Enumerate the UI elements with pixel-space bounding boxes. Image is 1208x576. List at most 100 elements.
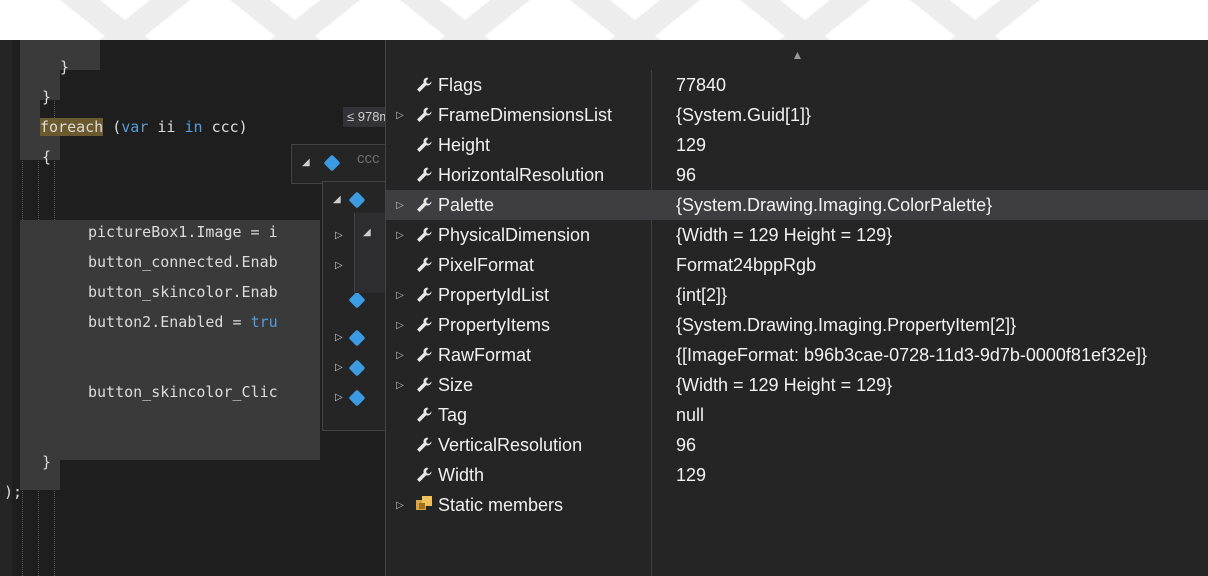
expand-arrow-icon[interactable]: ▷ — [335, 260, 343, 271]
property-row[interactable]: HorizontalResolution 96 — [386, 160, 1208, 190]
expand-arrow-icon[interactable]: ▷ — [386, 290, 414, 301]
wrench-icon — [414, 193, 436, 217]
expand-arrow-icon[interactable]: ▷ — [386, 200, 414, 211]
property-name: RawFormat — [438, 344, 532, 365]
expand-arrow-icon[interactable]: ▷ — [386, 380, 414, 391]
code-line[interactable]: pictureBox1.Image = i — [88, 217, 278, 247]
wrench-icon — [414, 133, 436, 157]
static-members-icon — [414, 494, 436, 516]
property-value[interactable]: null — [676, 405, 1208, 426]
property-value[interactable]: {Width = 129 Height = 129} — [676, 225, 1208, 246]
property-row[interactable]: ▷ PhysicalDimension {Width = 129 Height = … — [386, 220, 1208, 250]
property-value[interactable]: {Width = 129 Height = 129} — [676, 375, 1208, 396]
object-icon — [348, 291, 366, 309]
code-line[interactable]: button_connected.Enab — [88, 247, 278, 277]
static-members-row[interactable]: ▷ Static members — [386, 490, 1208, 520]
property-name: Tag — [438, 404, 468, 425]
wrench-icon — [414, 253, 436, 277]
property-value[interactable]: 96 — [676, 435, 1208, 456]
property-value[interactable]: {int[2]} — [676, 285, 1208, 306]
property-name: HorizontalResolution — [438, 164, 605, 185]
property-row[interactable]: ▷ FrameDimensionsList {System.Guid[1]} — [386, 100, 1208, 130]
property-name: VerticalResolution — [438, 434, 583, 455]
wrench-icon — [414, 373, 436, 397]
expand-arrow-icon[interactable]: ▷ — [335, 392, 343, 403]
code-line[interactable]: } — [60, 52, 69, 82]
code-line[interactable]: button_skincolor_Clic — [88, 377, 278, 407]
line-highlight — [20, 70, 60, 100]
property-name: PropertyIdList — [438, 284, 550, 305]
expand-arrow-icon[interactable]: ▷ — [386, 110, 414, 121]
expand-arrow-icon[interactable]: ▷ — [335, 362, 343, 373]
property-row[interactable]: ▷ Size {Width = 129 Height = 129} — [386, 370, 1208, 400]
property-name: PixelFormat — [438, 254, 535, 275]
wrench-icon — [414, 283, 436, 307]
property-row[interactable]: Width 129 — [386, 460, 1208, 490]
property-row[interactable]: PixelFormat Format24bppRgb — [386, 250, 1208, 280]
datatip-properties-panel[interactable]: ▲ Flags 77840 ▷ FrameDimensionsList {System.… — [385, 40, 1208, 576]
property-row[interactable]: ▷ Palette {System.Drawing.Imaging.ColorPal… — [386, 190, 1208, 220]
wrench-icon — [414, 403, 436, 427]
line-highlight — [20, 460, 60, 490]
property-name: Size — [438, 374, 474, 395]
static-members-label: Static members — [438, 494, 564, 515]
object-icon — [348, 191, 366, 209]
expand-arrow-icon[interactable]: ▷ — [386, 500, 414, 511]
property-row[interactable]: Tag null — [386, 400, 1208, 430]
object-icon — [348, 359, 366, 377]
object-icon — [323, 154, 341, 172]
collapse-arrow-icon[interactable]: ◢ — [363, 227, 371, 238]
property-name: Height — [438, 134, 491, 155]
property-value[interactable]: {System.Drawing.Imaging.PropertyItem[2]} — [676, 315, 1208, 336]
expand-arrow-icon[interactable]: ▷ — [335, 332, 343, 343]
property-row[interactable]: Height 129 — [386, 130, 1208, 160]
property-value[interactable]: 129 — [676, 135, 1208, 156]
property-name: PhysicalDimension — [438, 224, 591, 245]
property-value[interactable]: 77840 — [676, 75, 1208, 96]
property-value[interactable]: {System.Guid[1]} — [676, 105, 1208, 126]
property-row[interactable]: ▷ PropertyItems {System.Drawing.Imaging.Pr… — [386, 310, 1208, 340]
wrench-icon — [414, 103, 436, 127]
scroll-up-button[interactable]: ▲ — [386, 40, 1208, 70]
property-name: Palette — [438, 194, 495, 215]
property-value[interactable]: Format24bppRgb — [676, 255, 1208, 276]
expand-arrow-icon[interactable]: ▷ — [335, 230, 343, 241]
property-row[interactable]: ▷ RawFormat {[ImageFormat: b96b3cae-0728-1… — [386, 340, 1208, 370]
property-row[interactable]: ▷ PropertyIdList {int[2]} — [386, 280, 1208, 310]
property-row[interactable]: VerticalResolution 96 — [386, 430, 1208, 460]
wrench-icon — [414, 223, 436, 247]
property-row[interactable]: Flags 77840 — [386, 70, 1208, 100]
collapse-arrow-icon[interactable]: ◢ — [302, 157, 310, 168]
object-icon — [348, 329, 366, 347]
code-line[interactable]: { — [42, 142, 51, 172]
code-line[interactable]: } — [42, 447, 51, 477]
line-highlight — [20, 430, 320, 460]
expand-arrow-icon[interactable]: ▷ — [386, 230, 414, 241]
property-value[interactable]: 129 — [676, 465, 1208, 486]
property-name: Width — [438, 464, 485, 485]
wrench-icon — [414, 73, 436, 97]
wrench-icon — [414, 313, 436, 337]
code-line[interactable]: } — [42, 82, 51, 112]
code-line[interactable]: ); — [4, 477, 22, 507]
line-highlight — [20, 340, 320, 370]
foreach-keyword: foreach — [40, 118, 104, 136]
expand-arrow-icon[interactable]: ▷ — [386, 320, 414, 331]
code-line-foreach[interactable]: foreach (var ii in ccc) — [40, 112, 248, 142]
property-name: Flags — [438, 74, 483, 95]
watermark-chevrons — [0, 0, 1208, 40]
wrench-icon — [414, 163, 436, 187]
property-value[interactable]: {[ImageFormat: b96b3cae-0728-11d3-9d7b-0… — [676, 345, 1208, 366]
object-icon — [348, 389, 366, 407]
collapse-arrow-icon[interactable]: ◢ — [333, 194, 341, 205]
line-highlight — [20, 100, 40, 130]
triangle-up-icon: ▲ — [791, 48, 804, 62]
property-name: PropertyItems — [438, 314, 551, 335]
wrench-icon — [414, 463, 436, 487]
expand-arrow-icon[interactable]: ▷ — [386, 350, 414, 361]
property-value[interactable]: {System.Drawing.Imaging.ColorPalette} — [676, 195, 1208, 216]
code-line[interactable]: button_skincolor.Enab — [88, 277, 278, 307]
datatip-variable-name: ccc — [357, 150, 380, 167]
code-line[interactable]: button2.Enabled = tru — [88, 307, 278, 337]
property-value[interactable]: 96 — [676, 165, 1208, 186]
